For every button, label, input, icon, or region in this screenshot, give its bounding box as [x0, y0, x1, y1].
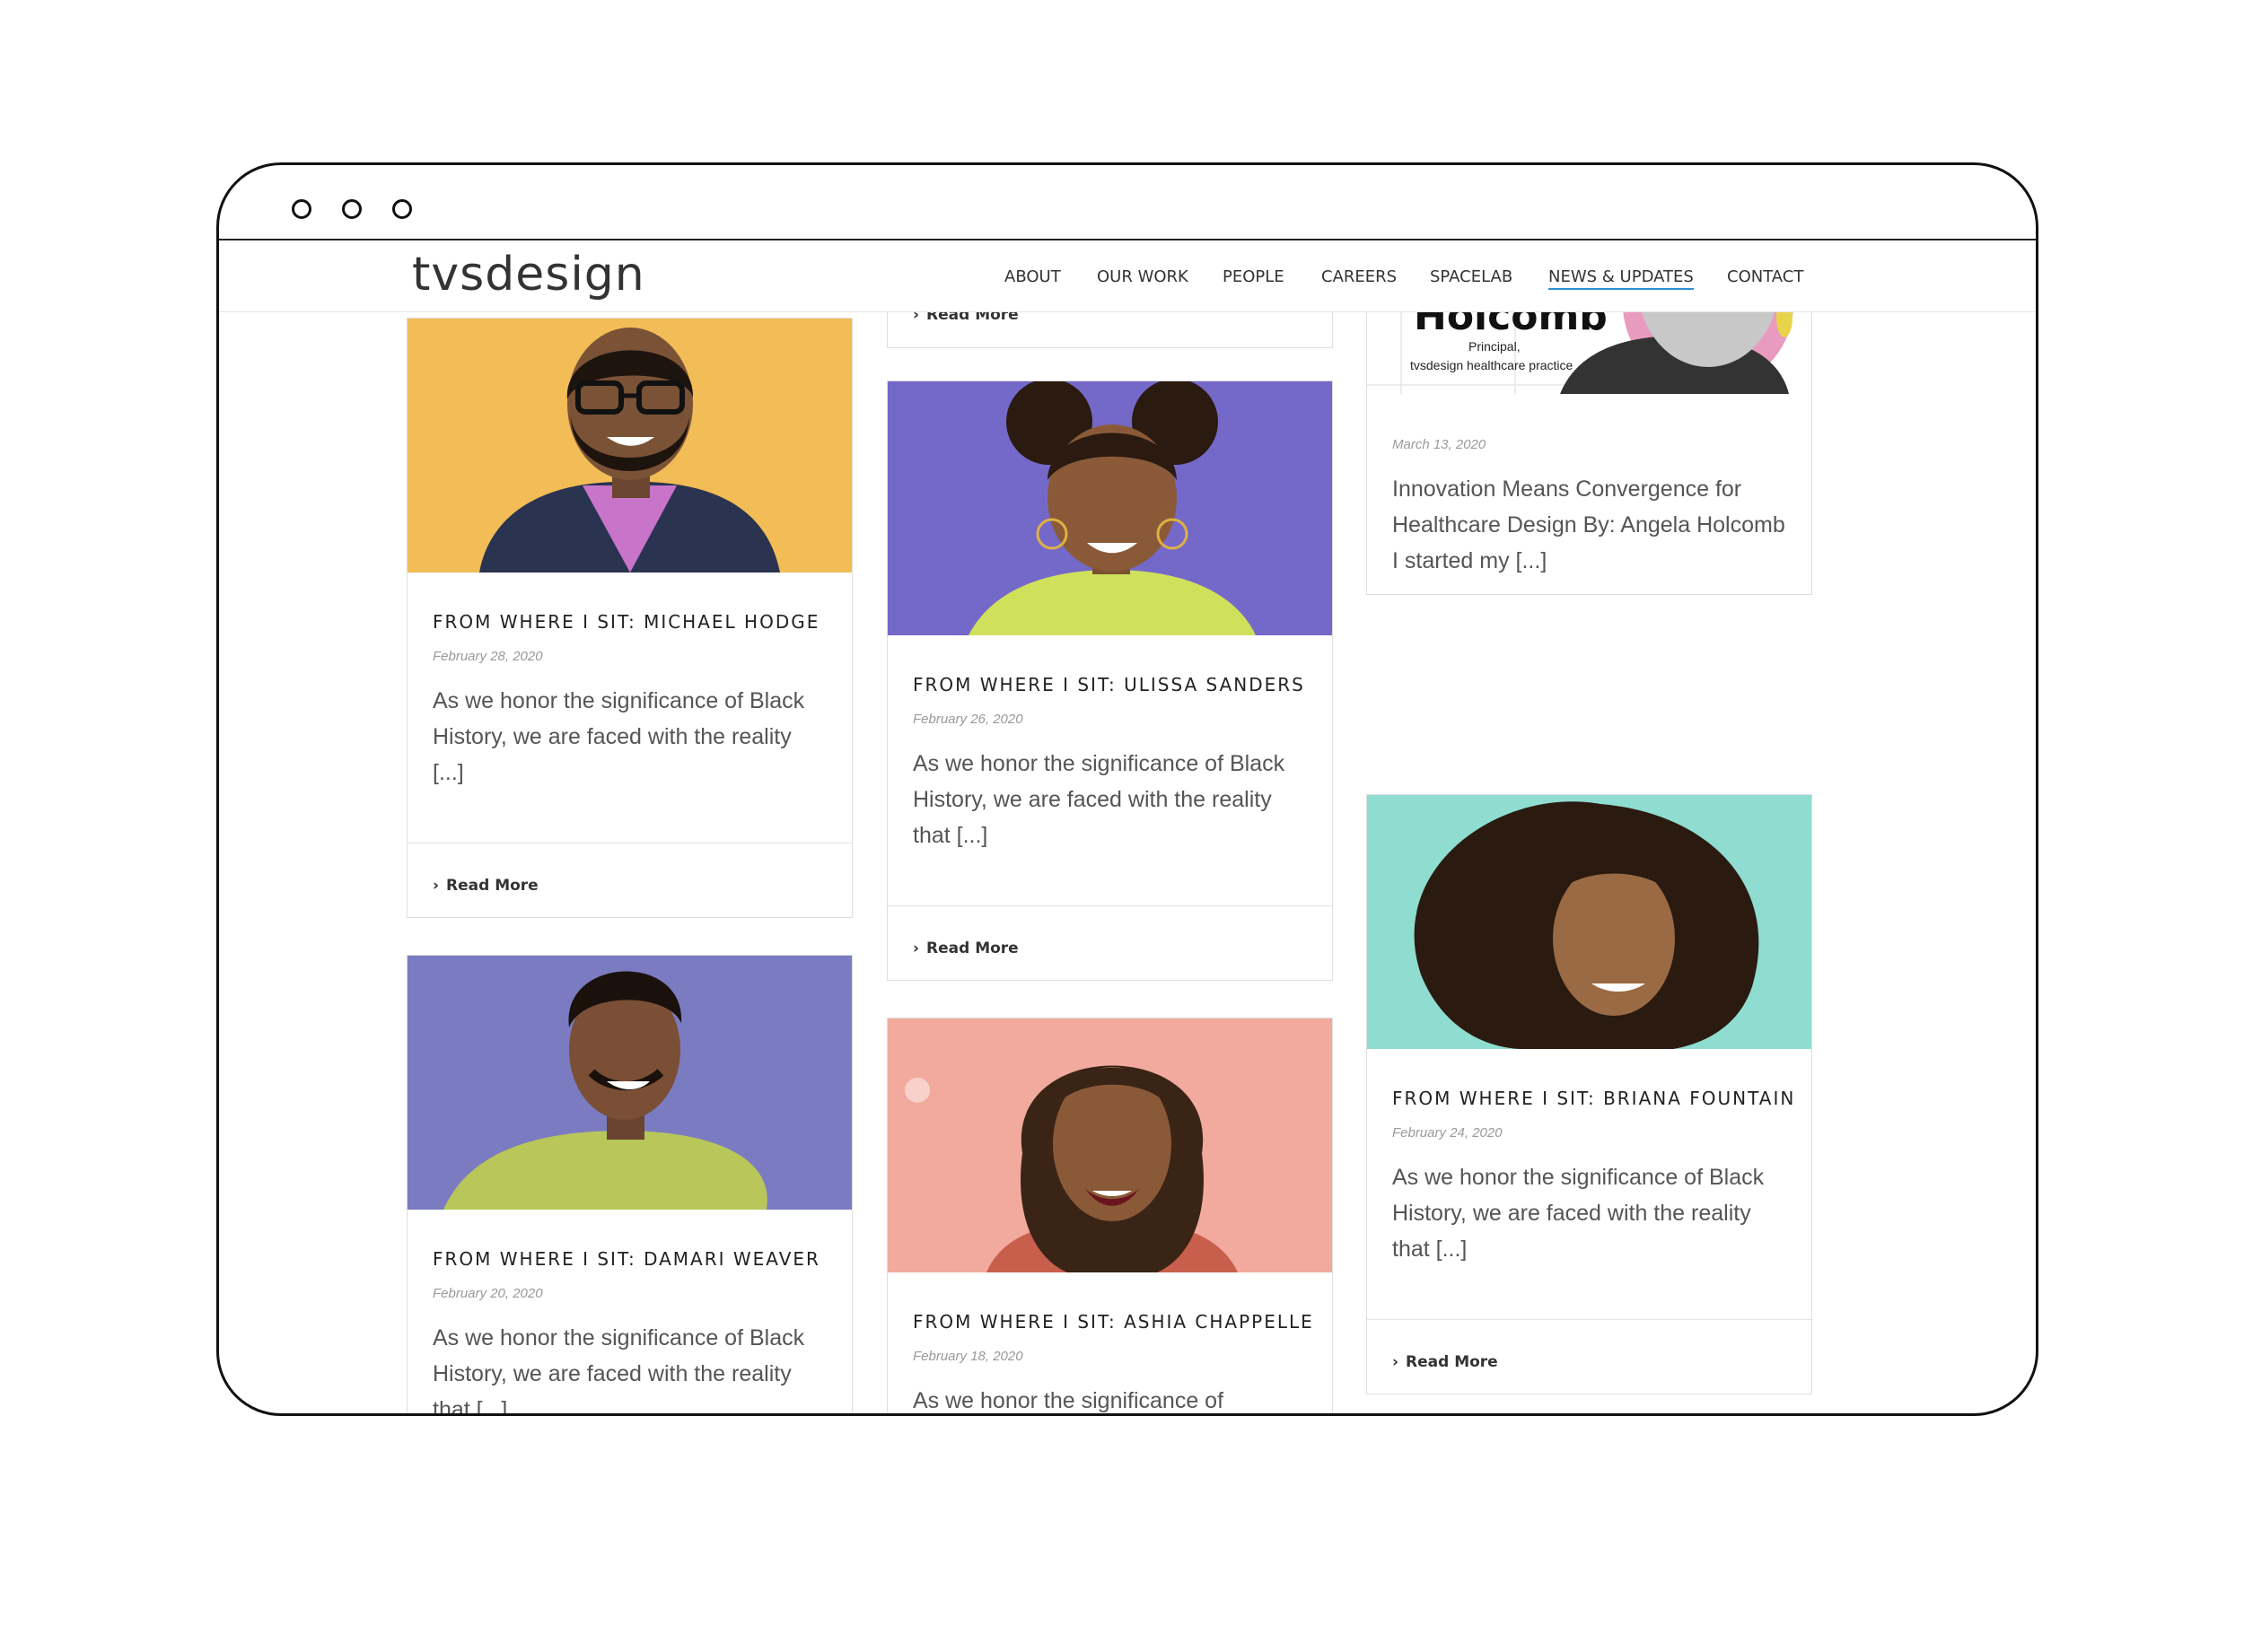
graphic-role-line-1: Principal, — [1468, 339, 1521, 354]
post-date: February 18, 2020 — [913, 1349, 1023, 1364]
post-title[interactable]: FROM WHERE I SIT: DAMARI WEAVER — [433, 1248, 820, 1270]
graphic-angela-holcomb[interactable]: Holcomb Principal, tvsdesign healthcare … — [1367, 312, 1811, 394]
chevron-right-icon: › — [913, 312, 920, 324]
post-card-partial: › Read More — [887, 312, 1333, 348]
nav-news-updates[interactable]: NEWS & UPDATES — [1548, 267, 1694, 290]
portrait-briana-fountain[interactable] — [1367, 795, 1811, 1049]
post-date: February 28, 2020 — [433, 649, 543, 664]
post-title[interactable]: FROM WHERE I SIT: MICHAEL HODGE — [433, 611, 820, 633]
post-date: February 26, 2020 — [913, 712, 1023, 727]
window-titlebar — [219, 165, 2036, 240]
read-more-link[interactable]: › Read More — [913, 940, 1019, 957]
graphic-role-line-2: tvsdesign healthcare practice — [1410, 358, 1573, 372]
card-divider — [888, 905, 1332, 906]
post-title[interactable]: FROM WHERE I SIT: BRIANA FOUNTAIN — [1392, 1088, 1795, 1109]
post-excerpt[interactable]: Innovation Means Convergence for Healthc… — [1392, 471, 1787, 579]
post-card-ulissa-sanders: FROM WHERE I SIT: ULISSA SANDERS Februar… — [887, 380, 1333, 981]
window-close-control[interactable] — [292, 199, 311, 219]
post-excerpt: As we honor the significance of Black Hi… — [433, 688, 805, 785]
portrait-damari-weaver[interactable] — [408, 956, 852, 1210]
window-maximize-control[interactable] — [392, 199, 412, 219]
post-excerpt: As we honor the significance of — [913, 1388, 1224, 1413]
read-more-link[interactable]: › Read More — [913, 312, 1019, 324]
post-card-damari-weaver: FROM WHERE I SIT: DAMARI WEAVER February… — [407, 955, 853, 1416]
portrait-michael-hodge[interactable] — [408, 319, 852, 573]
graphic-name-text: Holcomb — [1414, 312, 1608, 339]
news-grid: FROM WHERE I SIT: MICHAEL HODGE February… — [219, 312, 2036, 1416]
read-more-link[interactable]: › Read More — [1392, 1353, 1498, 1371]
portrait-ulissa-sanders[interactable] — [888, 381, 1332, 635]
card-divider — [1367, 1319, 1811, 1320]
post-card-ashia-chappelle: FROM WHERE I SIT: ASHIA CHAPPELLE Februa… — [887, 1018, 1333, 1413]
post-title[interactable]: FROM WHERE I SIT: ULISSA SANDERS — [913, 674, 1305, 695]
window-minimize-control[interactable] — [342, 199, 362, 219]
portrait-ashia-chappelle[interactable] — [888, 1018, 1332, 1272]
post-title[interactable]: FROM WHERE I SIT: ASHIA CHAPPELLE — [913, 1311, 1314, 1333]
chevron-right-icon: › — [913, 940, 920, 957]
post-date: March 13, 2020 — [1392, 437, 1486, 452]
nav-our-work[interactable]: OUR WORK — [1097, 267, 1188, 286]
chevron-right-icon: › — [1392, 1353, 1399, 1371]
browser-window: tvsdesign ABOUT OUR WORK PEOPLE CAREERS … — [216, 162, 2038, 1416]
post-card-briana-fountain: FROM WHERE I SIT: BRIANA FOUNTAIN Februa… — [1366, 794, 1812, 1394]
post-date: February 24, 2020 — [1392, 1125, 1503, 1141]
post-excerpt: As we honor the significance of Black Hi… — [1392, 1165, 1765, 1262]
nav-contact[interactable]: CONTACT — [1727, 267, 1803, 286]
nav-about[interactable]: ABOUT — [1004, 267, 1061, 286]
post-card-angela-holcomb: Holcomb Principal, tvsdesign healthcare … — [1366, 312, 1812, 595]
read-more-link[interactable]: › Read More — [433, 877, 539, 895]
nav-spacelab[interactable]: SPACELAB — [1430, 267, 1512, 286]
chevron-right-icon: › — [433, 877, 440, 895]
nav-careers[interactable]: CAREERS — [1321, 267, 1397, 286]
post-excerpt: As we honor the significance of Black Hi… — [433, 1325, 805, 1416]
nav-people[interactable]: PEOPLE — [1223, 267, 1284, 286]
post-card-michael-hodge: FROM WHERE I SIT: MICHAEL HODGE February… — [407, 318, 853, 918]
site-logo[interactable]: tvsdesign — [412, 248, 645, 302]
site-header: tvsdesign ABOUT OUR WORK PEOPLE CAREERS … — [219, 240, 2036, 312]
post-date: February 20, 2020 — [433, 1286, 543, 1301]
post-excerpt: As we honor the significance of Black Hi… — [913, 751, 1285, 848]
